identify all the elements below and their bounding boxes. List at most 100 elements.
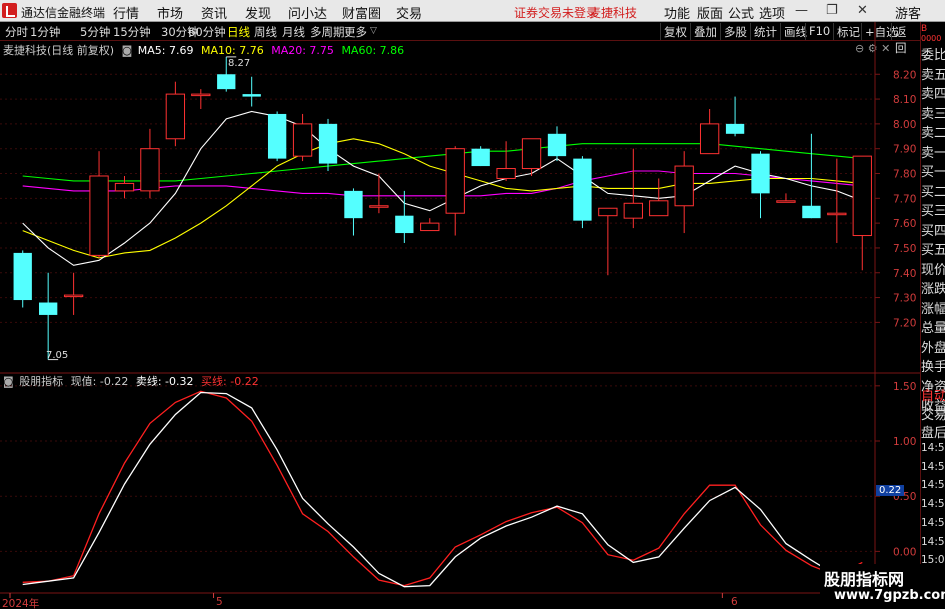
trade-login-status[interactable]: 证券交易未登录 (514, 4, 598, 21)
price-tick-label: 8.00 (893, 119, 916, 131)
candle-body-up (649, 200, 669, 217)
side-time-0: 14:56 (921, 442, 945, 454)
menu-functions[interactable]: 功能 (664, 3, 690, 22)
candle-body-down (471, 148, 490, 167)
side-time-3: 14:56 (921, 498, 945, 511)
candle-body-down (318, 123, 338, 164)
minimize-icon[interactable]: — (795, 3, 808, 18)
side-item-6[interactable]: 买一 (921, 161, 945, 180)
side-item-7[interactable]: 买二 (921, 181, 945, 200)
watermark-title: 股朋指标网 (824, 570, 905, 589)
high-price-label: 8.27 (228, 58, 251, 69)
date-label-may: 5 (216, 596, 223, 608)
indicator-tick-label: 0.00 (893, 546, 916, 558)
side-item-9[interactable]: 买四 (921, 220, 945, 239)
side-item-1[interactable]: 卖五 (921, 64, 945, 83)
side-after-hours[interactable]: 盘后 (921, 422, 945, 441)
candle-body-up (140, 148, 160, 192)
menu-wealth-circle[interactable]: 财富圈 (342, 3, 381, 22)
candle-body-up (827, 212, 847, 216)
price-tick-label: 7.40 (893, 268, 916, 280)
candle-body-down (802, 205, 821, 219)
sell-line (22, 391, 863, 588)
candle-body-down (267, 113, 287, 159)
side-item-4[interactable]: 卖二 (921, 122, 945, 141)
app-logo-icon (2, 3, 17, 18)
date-label-start: 2024年 (2, 598, 40, 609)
side-item-14[interactable]: 总量 (921, 317, 945, 336)
menu-ask-xiaoda[interactable]: 问小达 (288, 3, 327, 22)
side-item-2[interactable]: 卖四 (921, 83, 945, 102)
side-auto[interactable]: 自动 (921, 385, 945, 404)
price-tick-label: 7.50 (893, 243, 916, 255)
side-item-5[interactable]: 卖一 (921, 142, 945, 161)
menu-discover[interactable]: 发现 (245, 3, 271, 22)
candle-body-down (725, 123, 745, 134)
menu-quotes[interactable]: 行情 (113, 3, 139, 22)
candle-body-down (13, 252, 32, 301)
side-item-12[interactable]: 涨跌 (921, 278, 945, 297)
candle-body-up (165, 93, 186, 140)
price-tick-label: 7.60 (893, 218, 916, 230)
candle-body-down (39, 302, 58, 315)
price-tick-label: 7.20 (893, 317, 916, 329)
candle-body-up (598, 207, 618, 217)
indicator-tick-label: 1.50 (893, 381, 916, 393)
menu-layout[interactable]: 版面 (697, 3, 723, 22)
candle-body-down (217, 74, 236, 90)
candle-body-up (63, 294, 84, 298)
close-icon[interactable]: ✕ (857, 3, 868, 18)
side-time-4: 14:56 (921, 516, 945, 529)
candle-body-down (344, 190, 363, 219)
current-stock-name: 麦捷科技 (589, 6, 638, 20)
candle-body-up (191, 93, 211, 97)
watermark: 股朋指标网 www.7gpzb.com (820, 564, 945, 609)
kline-chart[interactable]: 7.20 7.30 7.40 7.50 7.60 7.70 7.80 7.90 8.00 8.10… (0, 22, 920, 609)
price-tick-label: 8.10 (893, 94, 916, 106)
candle-body-up (369, 205, 389, 208)
candle-body-up (776, 200, 796, 203)
menu-trade[interactable]: 交易 (396, 3, 422, 22)
candle-body-up (114, 182, 135, 192)
side-item-0[interactable]: 委比 (921, 44, 945, 63)
menu-market[interactable]: 市场 (157, 3, 183, 22)
side-item-3[interactable]: 卖三 (921, 103, 945, 122)
menu-options[interactable]: 选项 (759, 3, 785, 22)
side-time-1: 14:56 (921, 460, 945, 473)
low-price-label: 7.05 (46, 350, 69, 361)
price-tick-label: 8.20 (893, 69, 916, 81)
menu-news[interactable]: 资讯 (201, 3, 227, 22)
quote-side-panel: B 0000 委比 卖五 卖四 卖三 卖二 卖一 买一 买二 买三 买四 买五 现价 涨跌 涨幅 总量 外盘换… (920, 22, 945, 609)
restore-icon[interactable]: ❐ (826, 3, 838, 18)
date-label-june: 6 (731, 596, 738, 608)
candle-body-up (420, 222, 440, 232)
candle-body-up (623, 202, 643, 219)
app-title: 通达信金融终端 (21, 6, 106, 20)
candle-body-down (242, 94, 261, 97)
side-item-10[interactable]: 买五 (921, 239, 945, 258)
side-item-11[interactable]: 现价 (921, 259, 945, 278)
candle-body-down (395, 215, 414, 234)
watermark-url: www.7gpzb.com (834, 588, 945, 603)
side-top-small-a: B (921, 24, 928, 34)
price-tick-label: 7.80 (893, 169, 916, 181)
candle-body-up (852, 155, 872, 237)
menu-bar: 通达信金融终端 行情 市场 资讯 发现 问小达 财富圈 交易 证券交易未登录 麦… (0, 0, 945, 22)
side-item-16[interactable]: 换手 (921, 356, 945, 375)
side-trade[interactable]: 交易 (921, 404, 945, 423)
candle-body-up (89, 175, 109, 256)
indicator-tick-label: 1.00 (893, 436, 916, 448)
candle-body-up (674, 165, 694, 207)
menu-formula[interactable]: 公式 (728, 3, 754, 22)
price-tick-label: 7.30 (893, 293, 916, 305)
side-time-2: 14:56 (921, 479, 945, 492)
price-tick-label: 7.90 (893, 144, 916, 156)
candle-body-up (699, 123, 720, 155)
side-item-8[interactable]: 买三 (921, 200, 945, 219)
price-tick-label: 7.70 (893, 193, 916, 205)
side-item-15[interactable]: 外盘 (921, 337, 945, 356)
side-item-13[interactable]: 涨幅 (921, 298, 945, 317)
indicator-current-marker: 0.22 (876, 485, 905, 496)
candle-body-up (496, 168, 516, 179)
user-guest[interactable]: 游客 (895, 3, 921, 22)
